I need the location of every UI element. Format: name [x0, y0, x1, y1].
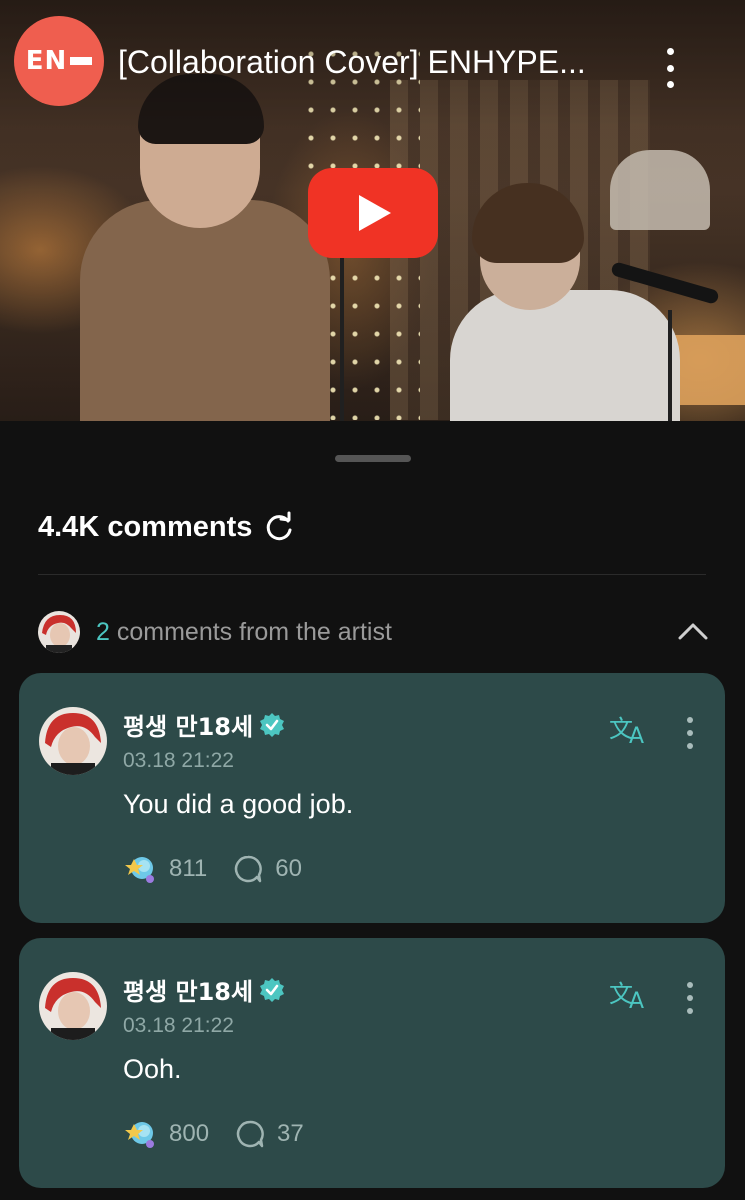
comment-more-icon[interactable]: [685, 717, 695, 749]
reply-icon[interactable]: [235, 1119, 265, 1149]
artist-comments-toggle[interactable]: 2 comments from the artist: [38, 610, 710, 654]
reply-count: 60: [275, 855, 302, 882]
avatar: [38, 611, 80, 653]
channel-logo-bar: [70, 57, 93, 65]
svg-text:A: A: [629, 989, 644, 1012]
reaction-icon[interactable]: [123, 1118, 157, 1150]
comment-author-row: 평생 만18세: [123, 972, 285, 1007]
play-icon: [359, 195, 391, 231]
chevron-up-icon[interactable]: [676, 616, 710, 646]
reaction-count: 800: [169, 1120, 210, 1147]
comment-timestamp: 03.18 21:22: [123, 1014, 234, 1037]
verified-badge-icon: [260, 977, 285, 1002]
comment-author[interactable]: 평생 만18세: [123, 707, 253, 742]
sheet-drag-handle[interactable]: [335, 455, 411, 462]
svg-text:A: A: [629, 724, 644, 747]
avatar[interactable]: [39, 707, 107, 775]
divider: [38, 574, 706, 575]
comment-timestamp: 03.18 21:22: [123, 749, 234, 772]
comment-author-row: 평생 만18세: [123, 707, 285, 742]
video-title[interactable]: [Collaboration Cover] ENHYPE...: [118, 44, 618, 81]
more-options-icon[interactable]: [656, 48, 684, 88]
artist-comment-card: 평생 만18세 03.18 21:22 You did a good job. …: [19, 673, 725, 923]
translate-icon[interactable]: 文A: [609, 711, 649, 749]
reply-count: 37: [277, 1120, 304, 1147]
comment-author[interactable]: 평생 만18세: [123, 972, 253, 1007]
translate-icon[interactable]: 文A: [609, 976, 649, 1014]
video-player[interactable]: EN [Collaboration Cover] ENHYPE...: [0, 0, 745, 421]
artist-comments-label: 2 comments from the artist: [96, 618, 392, 647]
channel-logo[interactable]: EN: [14, 16, 104, 106]
reaction-icon[interactable]: [123, 853, 157, 885]
comments-count: 4.4K comments: [38, 510, 253, 543]
refresh-icon[interactable]: [262, 510, 296, 544]
comment-text: Ooh.: [123, 1054, 182, 1084]
avatar[interactable]: [39, 972, 107, 1040]
comment-more-icon[interactable]: [685, 982, 695, 1014]
channel-logo-text: EN: [25, 46, 68, 76]
artist-comment-card: 평생 만18세 03.18 21:22 Ooh. 文A 800 37: [19, 938, 725, 1188]
reply-icon[interactable]: [233, 854, 263, 884]
artist-comments-count: 2: [96, 617, 110, 646]
reaction-count: 811: [169, 855, 208, 882]
comment-text: You did a good job.: [123, 789, 354, 819]
comments-header: 4.4K comments: [38, 510, 296, 544]
verified-badge-icon: [260, 712, 285, 737]
comment-stats: 811 60: [123, 853, 302, 885]
artist-comments-text: comments from the artist: [116, 617, 392, 646]
comment-stats: 800 37: [123, 1118, 304, 1150]
play-button[interactable]: [308, 168, 438, 258]
